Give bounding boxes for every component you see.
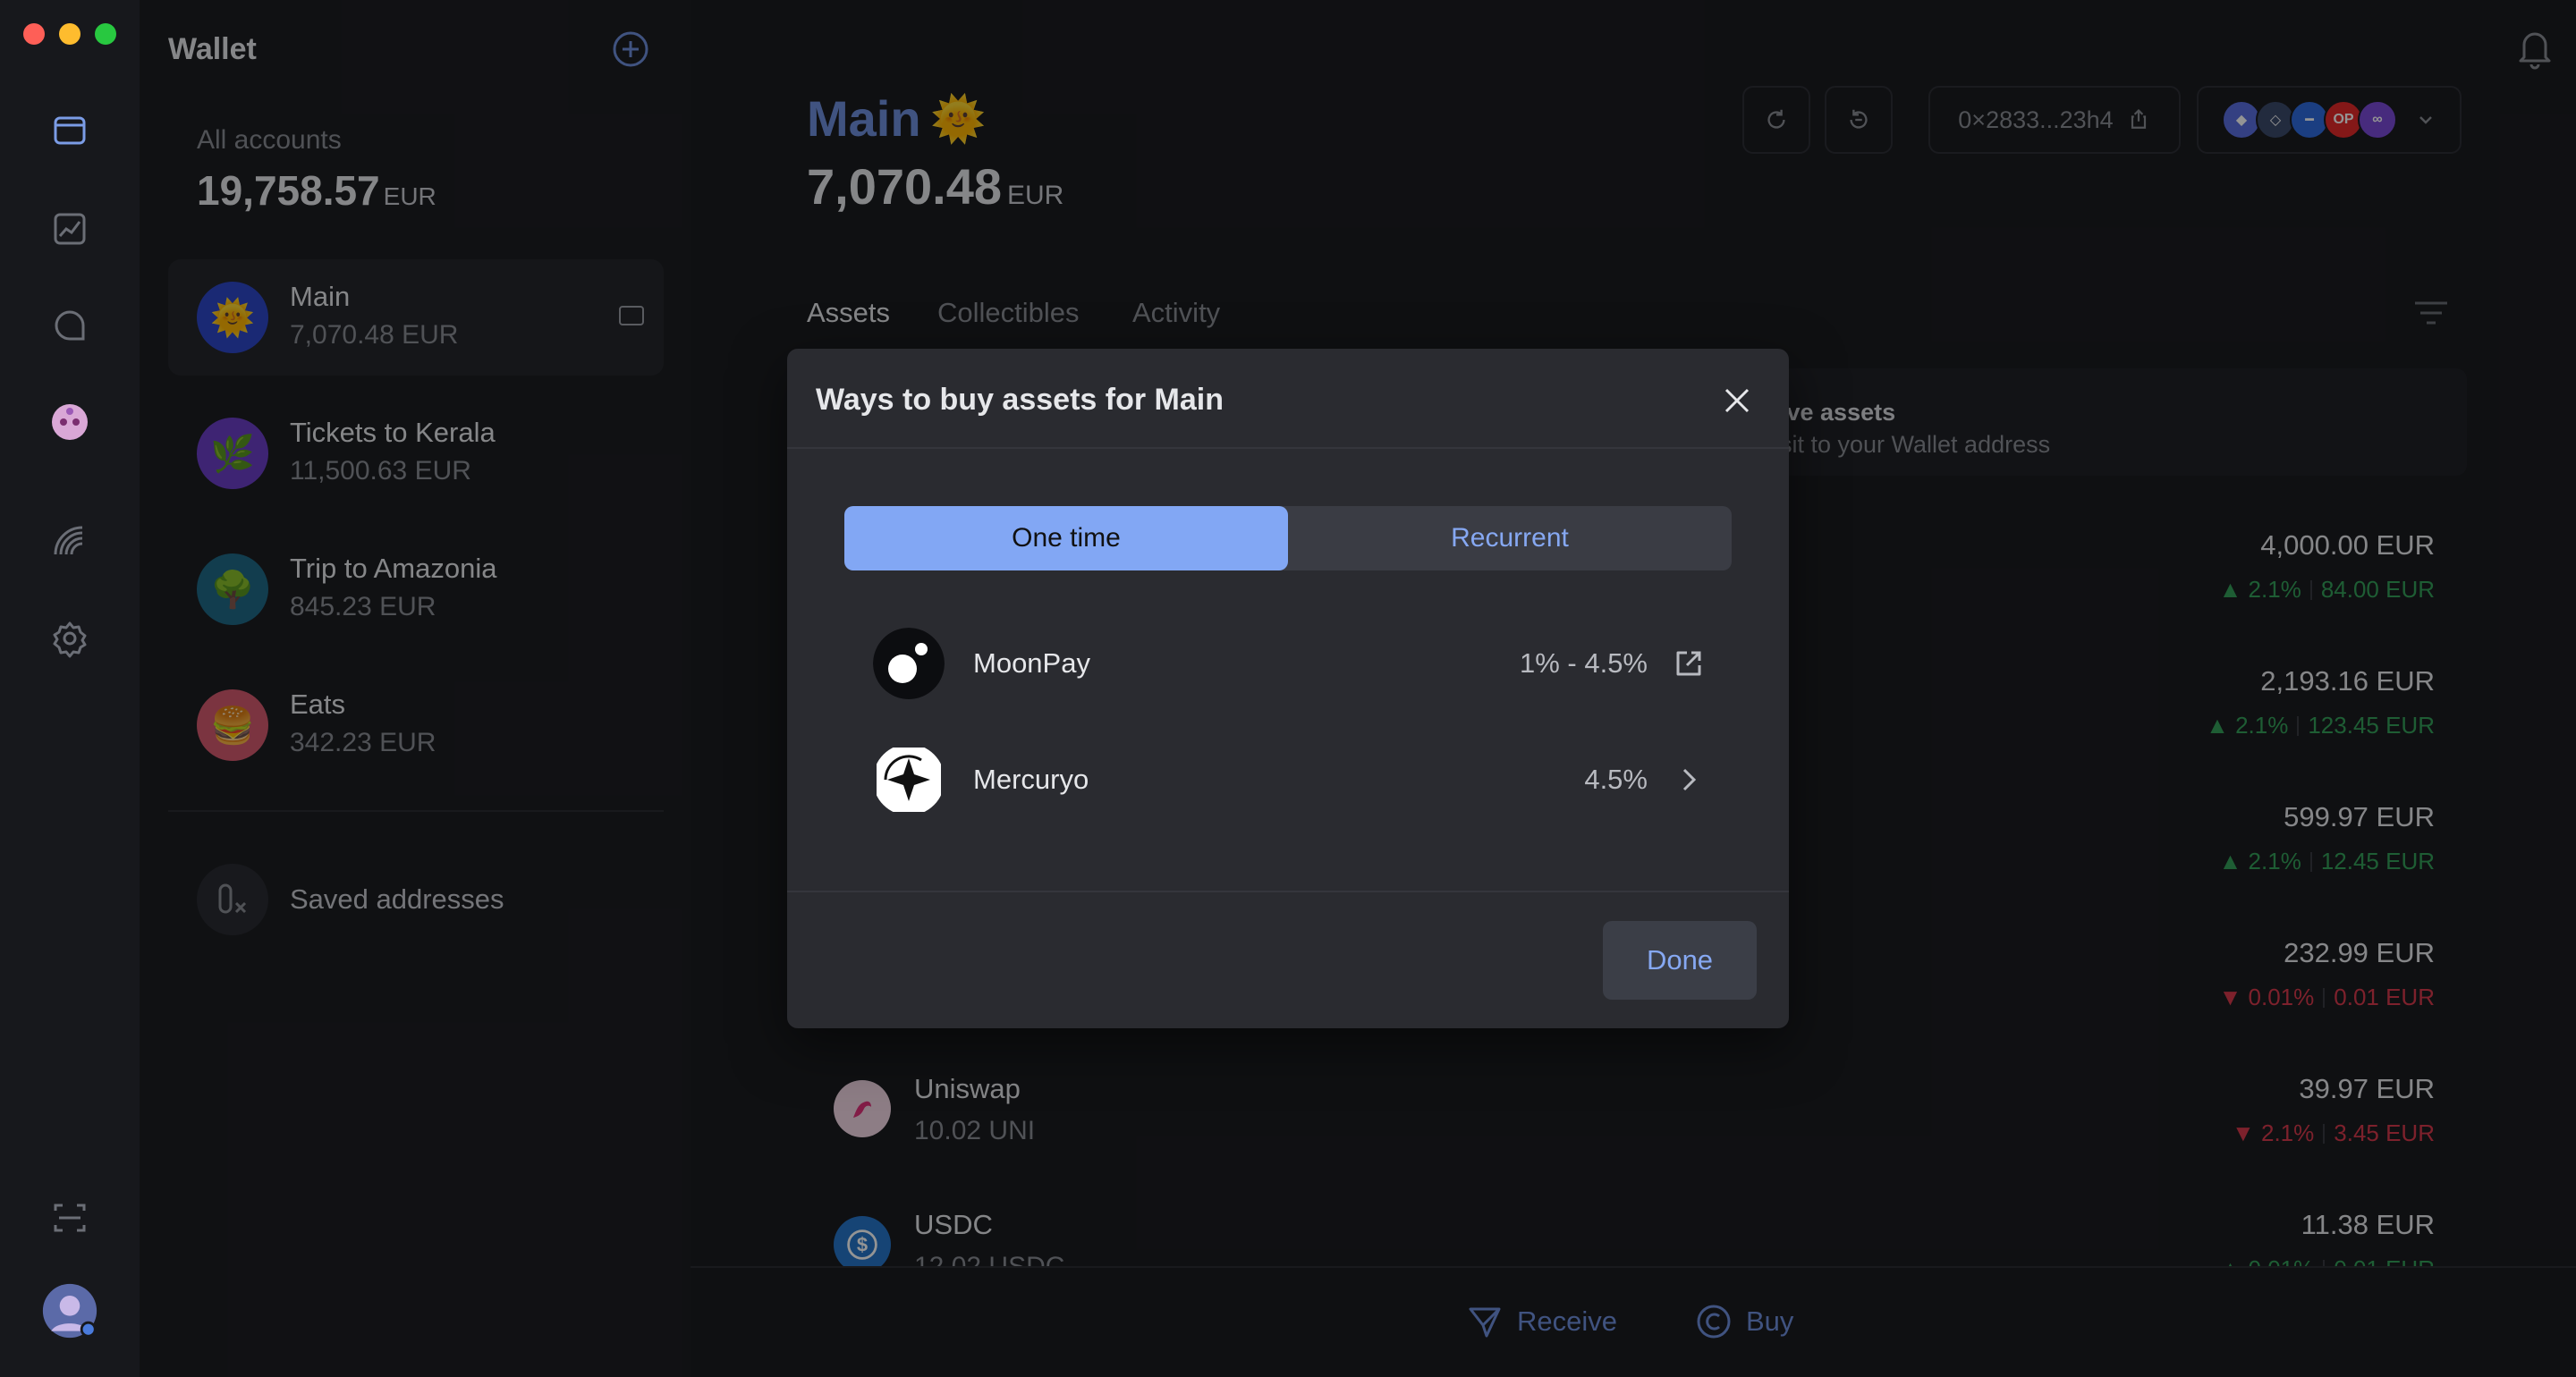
- purchase-type-toggle: One time Recurrent: [844, 506, 1732, 570]
- settings-icon[interactable]: [45, 613, 95, 663]
- provider-name: Mercuryo: [973, 764, 1089, 795]
- profile-avatar[interactable]: [39, 1280, 100, 1341]
- close-icon[interactable]: [1721, 384, 1753, 417]
- dapp-avatar-icon[interactable]: [45, 397, 95, 447]
- window-minimize-button[interactable]: [59, 23, 80, 45]
- moonpay-logo-icon: [873, 628, 945, 699]
- provider-fee: 4.5%: [1584, 764, 1648, 795]
- buy-assets-dialog: Ways to buy assets for Main One time Rec…: [787, 349, 1789, 1028]
- icon-rail: [0, 0, 140, 1377]
- chat-icon[interactable]: [45, 300, 95, 351]
- chart-icon[interactable]: [45, 204, 95, 254]
- one-time-tab[interactable]: One time: [844, 506, 1288, 570]
- scan-icon[interactable]: [45, 1193, 95, 1243]
- external-link-icon: [1676, 651, 1701, 676]
- provider-name: MoonPay: [973, 647, 1090, 679]
- provider-moonpay[interactable]: MoonPay 1% - 4.5%: [873, 628, 1705, 699]
- wallet-icon[interactable]: [45, 106, 95, 156]
- mercuryo-logo-icon: [877, 748, 941, 812]
- done-button[interactable]: Done: [1603, 921, 1757, 1000]
- chevron-right-icon: [1682, 768, 1697, 791]
- recurrent-tab[interactable]: Recurrent: [1288, 506, 1732, 570]
- window-close-button[interactable]: [23, 23, 45, 45]
- window-zoom-button[interactable]: [95, 23, 116, 45]
- dialog-footer-divider: [787, 891, 1789, 892]
- provider-mercuryo[interactable]: Mercuryo 4.5%: [873, 744, 1705, 815]
- rainbow-icon[interactable]: [45, 517, 95, 567]
- dialog-divider: [787, 447, 1789, 449]
- dialog-title: Ways to buy assets for Main: [816, 383, 1224, 417]
- provider-fee: 1% - 4.5%: [1519, 647, 1648, 679]
